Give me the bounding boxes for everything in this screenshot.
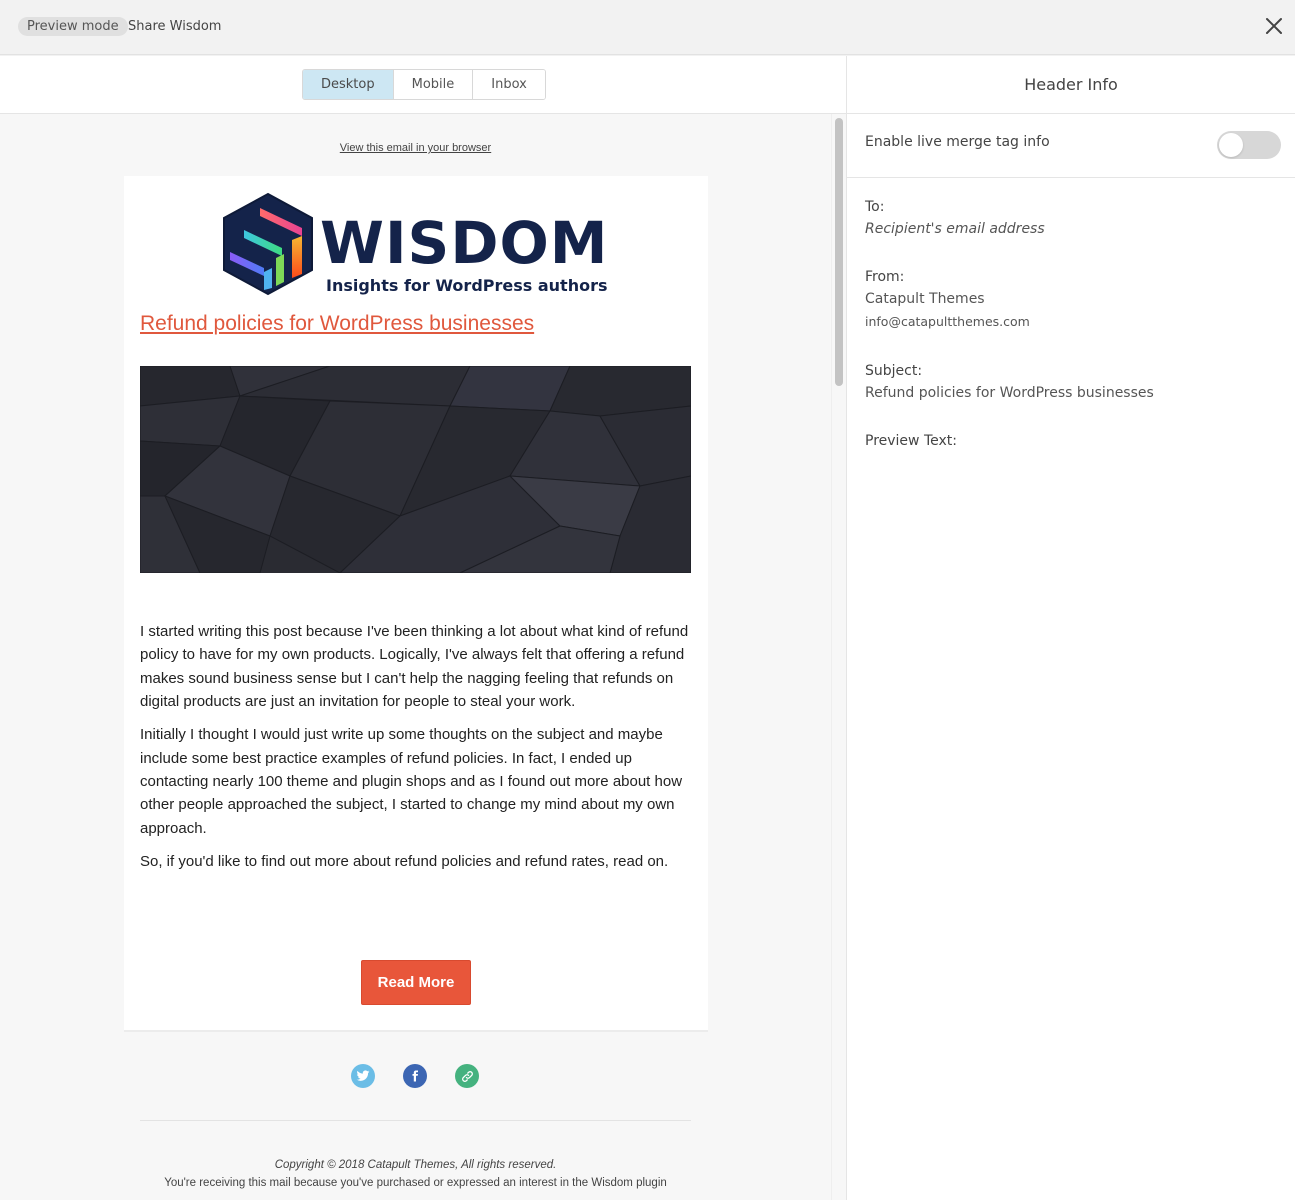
read-more-button[interactable]: Read More — [361, 960, 471, 1005]
preview-text-label: Preview Text: — [865, 433, 957, 449]
footer-divider — [140, 1120, 691, 1121]
twitter-share-button[interactable] — [351, 1064, 375, 1088]
top-bar: Preview mode Share Wisdom — [0, 0, 1295, 55]
preview-text-field: Preview Text: — [865, 431, 957, 451]
hero-image — [140, 366, 691, 573]
email-body-text: I started writing this post because I've… — [140, 620, 696, 883]
from-label: From: — [865, 269, 905, 285]
facebook-share-button[interactable] — [403, 1064, 427, 1088]
subscription-reason-text: You're receiving this mail because you'v… — [164, 1177, 667, 1189]
to-value: Recipient's email address — [865, 221, 1045, 237]
copy-link-button[interactable] — [455, 1064, 479, 1088]
email-body: WISDOM Insights for WordPress authors Re… — [124, 176, 708, 1032]
twitter-icon — [356, 1070, 370, 1081]
social-links — [0, 1064, 831, 1088]
panel-title: Header Info — [847, 56, 1295, 114]
close-icon — [1266, 18, 1282, 34]
header-info-panel: Header Info Enable live merge tag info T… — [846, 56, 1295, 1200]
preview-scrollbar[interactable] — [831, 114, 846, 1200]
close-button[interactable] — [1262, 14, 1286, 38]
preview-pane: Desktop Mobile Inbox View this email in … — [0, 56, 846, 1200]
tab-mobile[interactable]: Mobile — [393, 70, 474, 99]
subject-label: Subject: — [865, 363, 923, 379]
email-headline-link[interactable]: Refund policies for WordPress businesses — [140, 312, 534, 336]
from-field: From: Catapult Themes info@catapulttheme… — [865, 267, 1030, 333]
wisdom-hexagon-logo-icon — [223, 192, 313, 296]
subject-value: Refund policies for WordPress businesses — [865, 385, 1154, 401]
body-paragraph: I started writing this post because I've… — [140, 623, 689, 711]
body-paragraph: So, if you'd like to find out more about… — [140, 852, 669, 870]
wisdom-logo: WISDOM Insights for WordPress authors — [220, 192, 620, 296]
tab-inbox[interactable]: Inbox — [473, 70, 545, 99]
scrollbar-thumb[interactable] — [835, 118, 843, 386]
to-label: To: — [865, 199, 885, 215]
email-footer: Copyright © 2018 Catapult Themes, All ri… — [0, 1156, 831, 1192]
view-in-browser-link[interactable]: View this email in your browser — [0, 142, 831, 154]
to-field: To: Recipient's email address — [865, 197, 1045, 241]
logo-wordmark: WISDOM — [320, 209, 609, 277]
merge-tag-toggle[interactable] — [1217, 131, 1281, 159]
subject-field: Subject: Refund policies for WordPress b… — [865, 361, 1154, 405]
preview-mode-badge: Preview mode — [18, 17, 128, 36]
device-tabs: Desktop Mobile Inbox — [302, 69, 546, 100]
tab-desktop[interactable]: Desktop — [303, 70, 394, 99]
toggle-knob — [1219, 133, 1243, 157]
from-email: info@catapultthemes.com — [865, 314, 1030, 329]
copyright-text: Copyright © 2018 Catapult Themes, All ri… — [274, 1159, 557, 1171]
merge-tag-toggle-row: Enable live merge tag info — [847, 114, 1295, 178]
facebook-icon — [412, 1070, 418, 1082]
logo-tagline: Insights for WordPress authors — [326, 276, 608, 295]
preview-tabs-bar: Desktop Mobile Inbox — [0, 56, 846, 114]
campaign-title: Share Wisdom — [128, 19, 222, 34]
dark-polygon-pattern-image — [140, 366, 691, 573]
link-icon — [461, 1070, 473, 1082]
from-name: Catapult Themes — [865, 291, 985, 307]
body-paragraph: Initially I thought I would just write u… — [140, 726, 683, 837]
merge-tag-toggle-label: Enable live merge tag info — [865, 134, 1050, 150]
